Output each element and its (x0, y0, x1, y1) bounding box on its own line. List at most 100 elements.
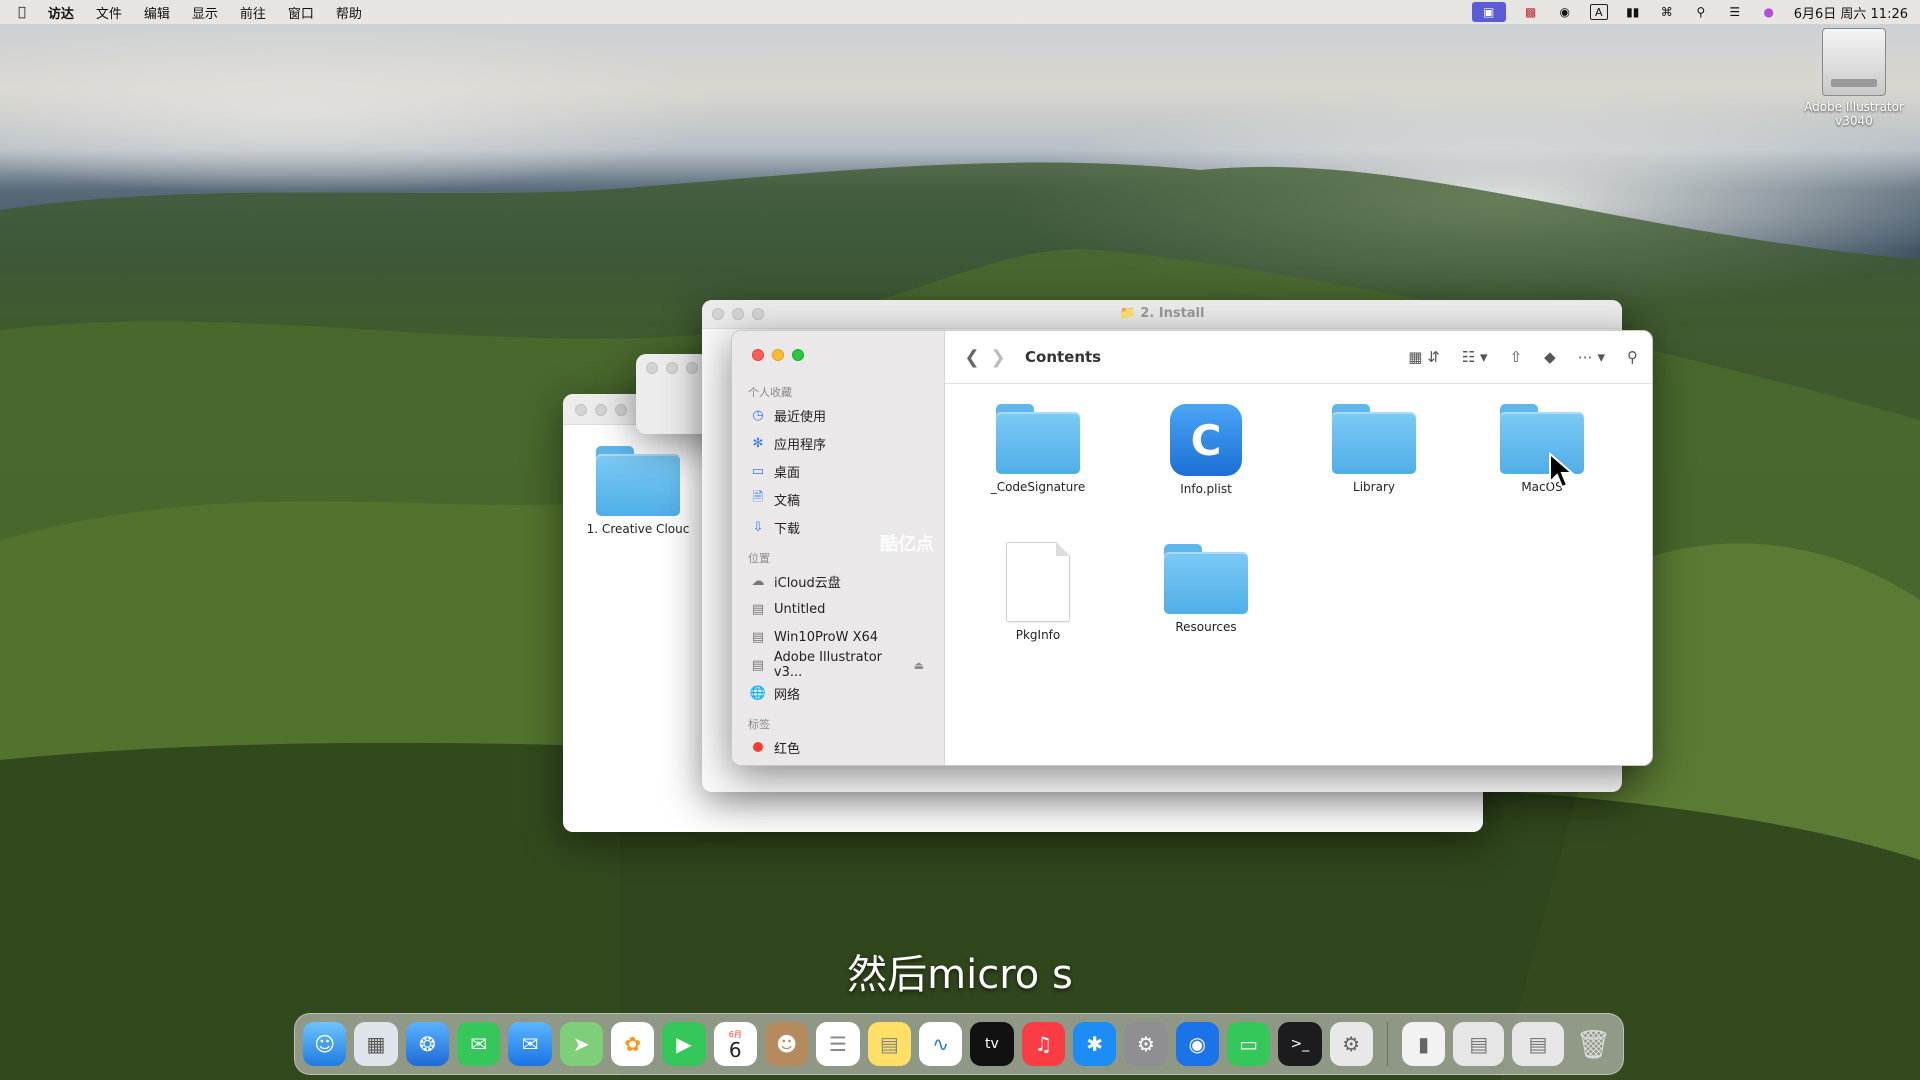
zoom-button[interactable] (686, 362, 698, 374)
desktop-drive-item[interactable]: Adobe Illustrator v3040 (1796, 28, 1912, 128)
tag-icon[interactable]: ◆ (1544, 348, 1556, 366)
sidebar-item-applications[interactable]: ✻ 应用程序 (732, 429, 944, 457)
more-actions-icon[interactable]: ⋯ ▾ (1578, 348, 1605, 366)
sidebar-item-desktop[interactable]: ▭ 桌面 (732, 457, 944, 485)
file-label: PkgInfo (1015, 628, 1061, 642)
disk-utility-icon[interactable]: ⚙ (1329, 1022, 1373, 1066)
zoom-button[interactable] (792, 349, 804, 361)
apple-menu-icon[interactable]:  (18, 5, 26, 20)
wifi-icon[interactable]: ⌘ (1658, 5, 1676, 19)
sidebar-item-documents[interactable]: 🗎 文稿 (732, 485, 944, 513)
sidebar-item-label: Untitled (774, 601, 826, 617)
installer-icon[interactable]: ▮ (1401, 1022, 1446, 1066)
notes-icon[interactable]: ▤ (867, 1022, 911, 1066)
zoom-button[interactable] (752, 308, 764, 320)
close-button[interactable] (712, 308, 724, 320)
terminal-icon[interactable]: >_ (1278, 1022, 1322, 1066)
finder-toolbar: ❮ ❯ Contents ▦ ⇵ ☷ ▾ ⇧ ◆ ⋯ ▾ ⚲ (945, 331, 1652, 384)
screenshot-stack-icon[interactable]: ▤ (1512, 1022, 1564, 1066)
red-tag-icon (750, 739, 766, 755)
watermark-text: 酷亿点 (880, 534, 934, 555)
sidebar-item-tag-red[interactable]: 红色 (732, 733, 944, 761)
finder-content: _CodeSignature C Info.plist Library MacO… (945, 384, 1652, 765)
menu-view[interactable]: 显示 (192, 3, 218, 22)
sidebar-item-adobe-illustrator[interactable]: ▤ Adobe Illustrator v3... ⏏ (732, 650, 944, 680)
menu-app-name[interactable]: 访达 (48, 3, 74, 22)
file-item[interactable]: PkgInfo (963, 542, 1113, 642)
recorder-icon[interactable]: ▩ (1522, 5, 1540, 19)
minimize-button[interactable] (732, 308, 744, 320)
menu-edit[interactable]: 编辑 (144, 3, 170, 22)
control-center-icon[interactable]: ☰ (1726, 5, 1744, 19)
zoom-button[interactable] (615, 404, 627, 416)
music-icon[interactable]: ♫ (1021, 1022, 1065, 1066)
downloads-stack-icon[interactable]: ▤ (1453, 1022, 1505, 1066)
close-button[interactable] (752, 349, 764, 361)
sidebar-item-win10[interactable]: ▤ Win10ProW X64 (732, 623, 944, 651)
mail-icon[interactable]: ✉ (508, 1022, 552, 1066)
sidebar-item-recents[interactable]: ◷ 最近使用 (732, 401, 944, 429)
window-titlebar[interactable]: 📁 2. Install (702, 300, 1622, 329)
minimize-button[interactable] (666, 362, 678, 374)
menu-go[interactable]: 前往 (240, 3, 266, 22)
menu-window[interactable]: 窗口 (288, 3, 314, 22)
view-mode-icon[interactable]: ▦ ⇵ (1408, 348, 1440, 366)
system-settings-icon[interactable]: ⚙ (1124, 1022, 1168, 1066)
battery-icon[interactable]: ▮▮ (1624, 5, 1642, 19)
search-icon[interactable]: ⚲ (1627, 348, 1638, 366)
eject-icon[interactable]: ⏏ (914, 659, 924, 672)
share-icon[interactable]: ⇧ (1510, 348, 1523, 366)
menu-file[interactable]: 文件 (96, 3, 122, 22)
folder-icon (1332, 404, 1416, 474)
desktop-drive-label-line2: v3040 (1835, 114, 1873, 128)
file-label: Library (1353, 480, 1395, 494)
sidebar-item-network[interactable]: 🌐 网络 (732, 679, 944, 707)
file-item[interactable]: MacOS (1467, 404, 1617, 494)
file-item[interactable]: Resources (1131, 544, 1281, 634)
screen-share-icon[interactable]: ▣ (1471, 2, 1506, 22)
menu-help[interactable]: 帮助 (336, 3, 362, 22)
maps-icon[interactable]: ➤ (559, 1022, 603, 1066)
reminders-icon[interactable]: ☰ (816, 1022, 860, 1066)
folder-icon (596, 446, 680, 516)
back-button[interactable]: ❮ (959, 347, 985, 368)
facetime-icon[interactable]: ▶ (662, 1022, 706, 1066)
contacts-icon[interactable]: ☻ (764, 1022, 809, 1066)
launchpad-icon[interactable]: ▦ (354, 1022, 398, 1066)
screen-recorder-icon[interactable]: ◉ (1175, 1022, 1219, 1066)
forward-button[interactable]: ❯ (985, 347, 1011, 368)
finder-window[interactable]: 个人收藏 ◷ 最近使用 ✻ 应用程序 ▭ 桌面 🗎 文稿 ⇩ 下载 位置 ☁ iCloud云… (731, 330, 1653, 766)
apple-tv-icon[interactable]: tv (970, 1022, 1014, 1066)
freeform-icon[interactable]: ∿ (918, 1022, 963, 1066)
input-source-icon[interactable]: A (1589, 4, 1608, 20)
trash-icon[interactable]: 🗑 (1572, 1022, 1615, 1066)
record-status-icon[interactable]: ◉ (1556, 5, 1574, 19)
close-button[interactable] (646, 362, 658, 374)
menu-bar:  访达 文件 编辑 显示 前往 窗口 帮助 ▣ ▩ ◉ A ▮▮ ⌘ ⚲ ☰ … (0, 0, 1920, 24)
file-item[interactable]: Library (1299, 404, 1449, 494)
minimize-button[interactable] (595, 404, 607, 416)
messages-icon[interactable]: ✉ (456, 1022, 501, 1066)
file-item[interactable]: _CodeSignature (963, 404, 1113, 494)
group-by-icon[interactable]: ☷ ▾ (1462, 348, 1488, 366)
siri-icon[interactable]: ● (1760, 5, 1778, 19)
cloud-icon: ☁ (751, 573, 765, 589)
folder-item[interactable]: 1. Creative Clouc (563, 446, 713, 536)
finder-icon[interactable]: ☺ (303, 1022, 347, 1066)
photos-icon[interactable]: ✿ (610, 1022, 655, 1066)
spotlight-search-icon[interactable]: ⚲ (1692, 5, 1710, 19)
safari-icon[interactable]: ❂ (405, 1022, 449, 1066)
close-button[interactable] (575, 404, 587, 416)
menu-clock[interactable]: 6月6日 周六 11:26 (1794, 3, 1908, 22)
sidebar-item-icloud[interactable]: ☁ iCloud云盘 (732, 567, 944, 595)
sidebar-item-untitled[interactable]: ▤ Untitled (732, 595, 944, 623)
app-store-icon[interactable]: ✱ (1072, 1022, 1117, 1066)
file-item[interactable]: C Info.plist (1131, 404, 1281, 496)
calendar-icon[interactable]: 6月 6 (713, 1022, 757, 1066)
sidebar-item-label: 文稿 (774, 493, 801, 509)
file-label: _CodeSignature (990, 480, 1086, 494)
desktop-drive-label-line1: Adobe Illustrator (1804, 100, 1904, 114)
minimize-button[interactable] (772, 349, 784, 361)
parallels-icon[interactable]: ▭ (1226, 1022, 1271, 1066)
drive-icon: ▤ (751, 601, 765, 617)
